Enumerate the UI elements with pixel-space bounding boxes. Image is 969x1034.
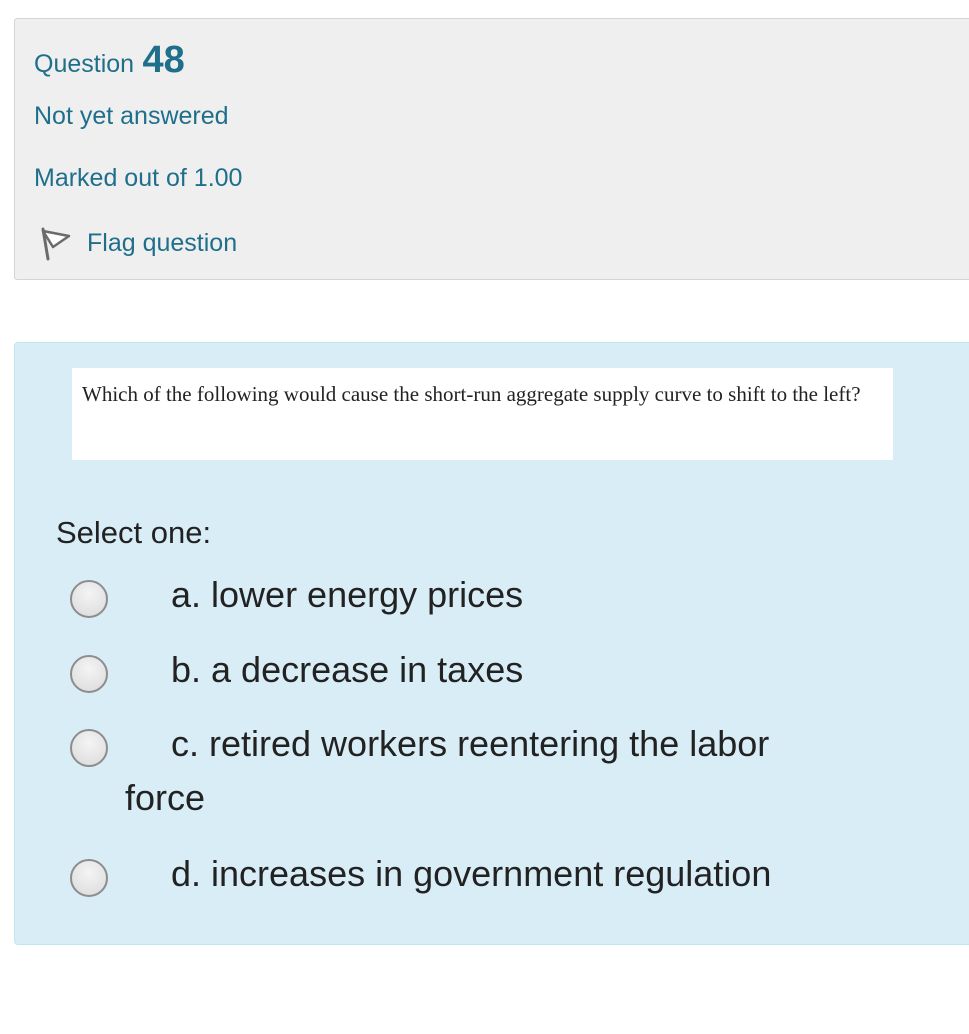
question-word: Question xyxy=(34,50,135,78)
question-content-panel: Which of the following would cause the s… xyxy=(14,342,969,945)
flag-question-link[interactable]: Flag question xyxy=(35,223,237,263)
flag-question-label: Flag question xyxy=(87,228,238,257)
radio-option-d[interactable] xyxy=(70,859,108,897)
option-d-label: d. increases in government regulation xyxy=(171,853,772,894)
question-number: 48 xyxy=(142,39,185,81)
question-number-heading: Question 48 xyxy=(34,39,185,82)
radio-option-a[interactable] xyxy=(70,580,108,618)
question-text: Which of the following would cause the s… xyxy=(72,368,893,460)
option-c-label: c. retired workers reentering the labor … xyxy=(125,723,770,818)
question-info-panel: Question 48 Not yet answered Marked out … xyxy=(14,18,969,280)
grade-info: Marked out of 1.00 xyxy=(34,164,243,192)
radio-option-c[interactable] xyxy=(70,729,108,767)
answer-state: Not yet answered xyxy=(34,102,229,130)
flag-icon xyxy=(41,227,71,261)
radio-option-b[interactable] xyxy=(70,655,108,693)
option-a-label: a. lower energy prices xyxy=(171,574,524,615)
select-one-prompt: Select one: xyxy=(56,515,212,550)
option-b-label: b. a decrease in taxes xyxy=(171,649,524,690)
